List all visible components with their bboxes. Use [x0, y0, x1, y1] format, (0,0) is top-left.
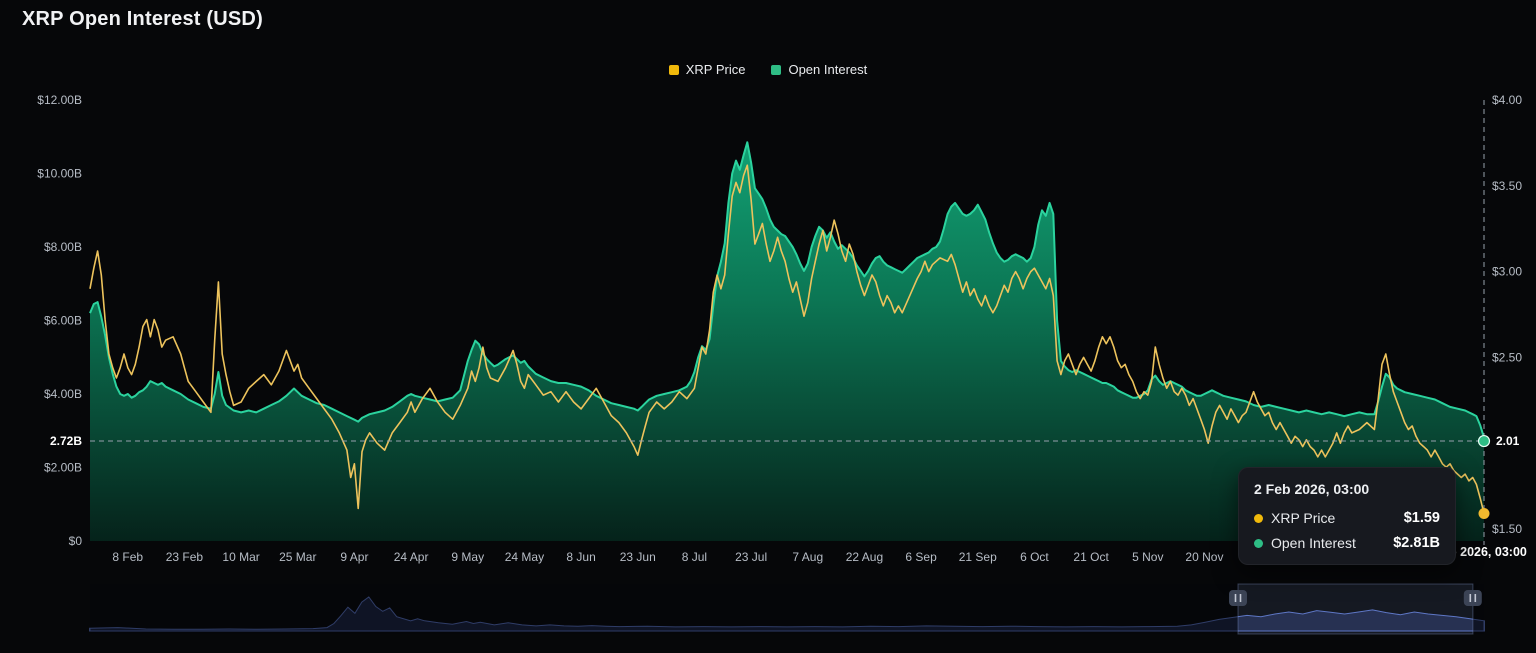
tooltip-open-interest-value: $2.81B — [1393, 535, 1440, 551]
x-axis-tick: 24 Apr — [394, 550, 429, 564]
right-axis-tick: $4.00 — [1492, 93, 1522, 107]
xrp-price-swatch-icon — [669, 65, 679, 75]
open-interest-dot-icon — [1254, 539, 1263, 548]
right-axis-tick: $1.50 — [1492, 522, 1522, 536]
x-axis-tick: 21 Oct — [1073, 550, 1109, 564]
x-axis-tick: 20 Nov — [1185, 550, 1223, 564]
left-axis-tick: $6.00B — [44, 314, 82, 328]
xrp-open-interest-page: XRP Open Interest (USD) XRP Price Open I… — [0, 0, 1536, 653]
legend-item-open-interest[interactable]: Open Interest — [771, 62, 867, 77]
navigator-handle-right[interactable] — [1464, 590, 1482, 606]
tooltip-open-interest-label: Open Interest — [1271, 535, 1356, 551]
oi-current-value-right-label: 2.01 — [1496, 434, 1520, 448]
right-axis-tick: $2.50 — [1492, 350, 1522, 364]
right-axis: $4.00 $3.50 $3.00 $2.50 $1.50 — [1492, 93, 1522, 536]
x-axis-tick: 25 Mar — [279, 550, 316, 564]
x-axis-tick: 8 Jun — [566, 550, 595, 564]
x-axis-tick: 23 Jul — [735, 550, 767, 564]
navigator-selection[interactable] — [1238, 584, 1473, 634]
legend-item-xrp-price[interactable]: XRP Price — [669, 62, 746, 77]
page-title: XRP Open Interest (USD) — [22, 8, 263, 31]
left-axis-tick: $12.00B — [37, 93, 82, 107]
x-axis-tick: 10 Mar — [222, 550, 259, 564]
left-axis-tick: $4.00B — [44, 387, 82, 401]
left-axis: $12.00B $10.00B $8.00B $6.00B $4.00B $2.00B $0 — [37, 93, 82, 548]
x-axis-tick: 6 Oct — [1020, 550, 1049, 564]
chart-tooltip: 2 Feb 2026, 03:00 XRP Price $1.59 Open I… — [1238, 467, 1456, 565]
open-interest-swatch-icon — [771, 65, 781, 75]
x-axis-tick: 9 May — [451, 550, 484, 564]
x-axis-tick: 22 Aug — [846, 550, 883, 564]
tooltip-row-xrp-price: XRP Price $1.59 — [1254, 510, 1440, 526]
tooltip-row-open-interest: Open Interest $2.81B — [1254, 535, 1440, 551]
x-axis-tick: 24 May — [505, 550, 544, 564]
navigator-handle-left[interactable] — [1229, 590, 1247, 606]
x-axis-tick: 23 Feb — [166, 550, 204, 564]
xrp-price-marker-dot — [1479, 508, 1490, 519]
navigator[interactable] — [90, 584, 1484, 634]
legend-label-xrp-price: XRP Price — [686, 62, 746, 77]
x-axis-tick: 7 Aug — [792, 550, 823, 564]
left-axis-tick: $8.00B — [44, 240, 82, 254]
x-axis-tick: 8 Feb — [112, 550, 143, 564]
x-axis-tick: 6 Sep — [905, 550, 937, 564]
x-axis-tick: 21 Sep — [959, 550, 997, 564]
left-axis-tick: $2.00B — [44, 461, 82, 475]
right-axis-tick: $3.50 — [1492, 179, 1522, 193]
open-interest-marker-dot — [1479, 436, 1490, 447]
x-axis: 8 Feb 23 Feb 10 Mar 25 Mar 9 Apr 24 Apr 9 May 2… — [112, 550, 1223, 564]
navigator-dim-left — [90, 584, 1238, 634]
legend-label-open-interest: Open Interest — [788, 62, 867, 77]
xrp-price-dot-icon — [1254, 514, 1263, 523]
tooltip-xrp-price-value: $1.59 — [1404, 510, 1440, 526]
x-axis-tick: 23 Jun — [620, 550, 656, 564]
left-axis-tick: $10.00B — [37, 167, 82, 181]
x-axis-tick: 8 Jul — [682, 550, 707, 564]
chart-legend: XRP Price Open Interest — [0, 62, 1536, 77]
x-axis-tick: 5 Nov — [1132, 550, 1163, 564]
right-axis-tick: $3.00 — [1492, 265, 1522, 279]
oi-current-value-left-label: 2.72B — [50, 434, 82, 448]
tooltip-timestamp: 2 Feb 2026, 03:00 — [1254, 481, 1440, 497]
left-axis-tick: $0 — [69, 534, 83, 548]
tooltip-xrp-price-label: XRP Price — [1271, 510, 1335, 526]
x-axis-tick: 9 Apr — [340, 550, 368, 564]
